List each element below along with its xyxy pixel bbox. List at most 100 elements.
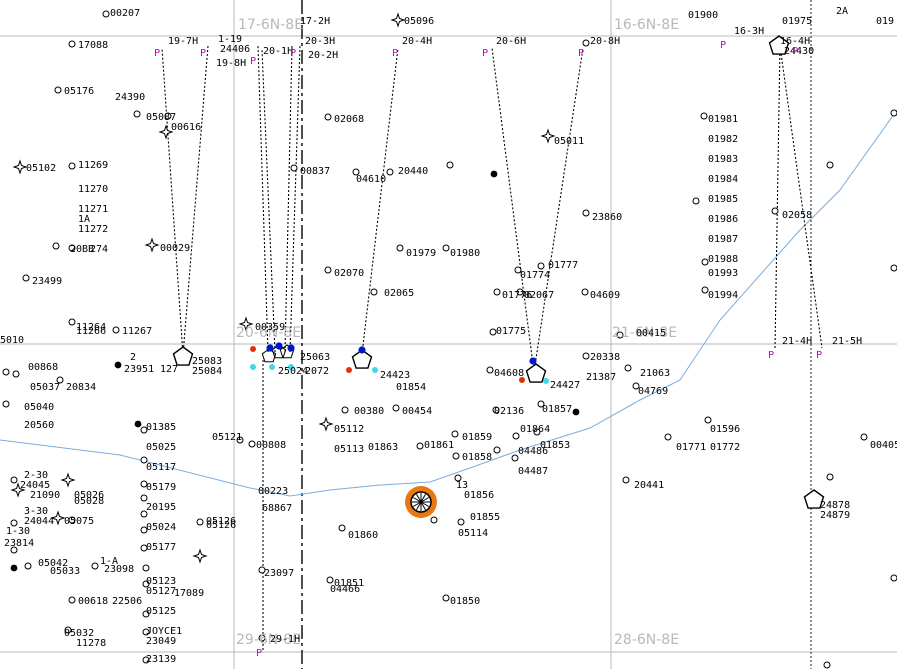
well-label: 2	[130, 352, 137, 363]
well-open-icon[interactable]	[248, 440, 256, 448]
well-open-icon[interactable]	[493, 288, 501, 296]
well-open-icon[interactable]	[324, 266, 332, 274]
well-label: 25024	[278, 366, 309, 377]
well-open-icon[interactable]	[370, 288, 378, 296]
well-label: 01859	[462, 432, 493, 443]
well-open-icon[interactable]	[704, 416, 712, 424]
well-open-icon[interactable]	[512, 432, 520, 440]
well-open-icon[interactable]	[386, 168, 394, 176]
well-label: 05024	[146, 522, 177, 533]
well-label: 05117	[146, 462, 177, 473]
well-open-icon[interactable]	[582, 39, 590, 47]
well-filled-icon[interactable]	[490, 170, 498, 178]
well-open-icon[interactable]	[68, 40, 76, 48]
well-open-icon[interactable]	[112, 326, 120, 334]
well-open-icon[interactable]	[826, 161, 834, 169]
dry-hole-icon[interactable]	[60, 472, 76, 488]
cyan-dot-icon	[372, 367, 378, 373]
well-open-icon[interactable]	[24, 562, 32, 570]
well-open-icon[interactable]	[196, 518, 204, 526]
well-open-icon[interactable]	[493, 446, 501, 454]
dry-hole-icon[interactable]	[318, 416, 334, 432]
well-open-icon[interactable]	[338, 524, 346, 532]
well-open-icon[interactable]	[2, 368, 10, 376]
well-open-icon[interactable]	[290, 164, 298, 172]
well-open-icon[interactable]	[396, 244, 404, 252]
well-open-icon[interactable]	[324, 113, 332, 121]
well-open-icon[interactable]	[890, 264, 897, 272]
dry-hole-icon[interactable]	[144, 237, 160, 253]
dry-hole-icon[interactable]	[390, 12, 406, 28]
well-open-icon[interactable]	[10, 476, 18, 484]
well-open-icon[interactable]	[12, 370, 20, 378]
well-open-icon[interactable]	[582, 352, 590, 360]
well-open-icon[interactable]	[2, 400, 10, 408]
dry-hole-icon[interactable]	[540, 128, 556, 144]
well-pad-icon[interactable]	[525, 363, 547, 383]
well-open-icon[interactable]	[771, 207, 779, 215]
well-open-icon[interactable]	[890, 574, 897, 582]
well-open-icon[interactable]	[451, 430, 459, 438]
well-label: 21063	[640, 368, 671, 379]
well-label: 23049	[146, 636, 177, 647]
well-open-icon[interactable]	[581, 288, 589, 296]
well-map[interactable]: 17-6N-8E 16-6N-8E 20-6N-8E 21-6N-8E 29-6…	[0, 0, 897, 669]
well-pad-icon[interactable]	[172, 346, 194, 366]
well-label: 01854	[396, 382, 427, 393]
well-open-icon[interactable]	[416, 442, 424, 450]
well-open-icon[interactable]	[692, 197, 700, 205]
well-open-icon[interactable]	[341, 406, 349, 414]
well-open-icon[interactable]	[826, 473, 834, 481]
section-label-28: 28-6N-8E	[614, 632, 680, 648]
well-label: 20-4H	[402, 36, 433, 47]
well-open-icon[interactable]	[442, 594, 450, 602]
dry-hole-icon[interactable]	[192, 548, 208, 564]
well-open-icon[interactable]	[68, 596, 76, 604]
well-open-icon[interactable]	[392, 404, 400, 412]
well-open-icon[interactable]	[890, 109, 897, 117]
well-label: 01900	[688, 10, 719, 21]
well-label: 01774	[520, 270, 551, 281]
well-open-icon[interactable]	[442, 244, 450, 252]
well-label: 01855	[470, 512, 501, 523]
well-filled-icon[interactable]	[114, 361, 122, 369]
well-label: 04487	[518, 466, 549, 477]
well-label: 127	[160, 364, 179, 375]
well-open-icon[interactable]	[622, 476, 630, 484]
well-open-icon[interactable]	[823, 661, 831, 669]
well-filled-icon[interactable]	[10, 564, 18, 572]
well-open-icon[interactable]	[664, 433, 672, 441]
well-label: 01772	[710, 442, 741, 453]
well-open-icon[interactable]	[22, 274, 30, 282]
well-open-icon[interactable]	[142, 564, 150, 572]
red-dot-icon	[346, 367, 352, 373]
well-filled-icon[interactable]	[134, 420, 142, 428]
well-open-icon[interactable]	[54, 86, 62, 94]
well-open-icon[interactable]	[624, 364, 632, 372]
well-open-icon[interactable]	[91, 562, 99, 570]
well-open-icon[interactable]	[430, 516, 438, 524]
well-open-icon[interactable]	[326, 576, 334, 584]
well-open-icon[interactable]	[102, 10, 110, 18]
well-open-icon[interactable]	[486, 366, 494, 374]
well-label: 01860	[348, 530, 379, 541]
well-open-icon[interactable]	[140, 494, 148, 502]
well-open-icon[interactable]	[537, 262, 545, 270]
well-label: 04608	[494, 368, 525, 379]
well-open-icon[interactable]	[68, 162, 76, 170]
cyan-dot-icon	[250, 364, 256, 370]
well-open-icon[interactable]	[457, 518, 465, 526]
well-open-icon[interactable]	[700, 112, 708, 120]
well-label: 05096	[404, 16, 435, 27]
well-open-icon[interactable]	[582, 209, 590, 217]
well-open-icon[interactable]	[133, 110, 141, 118]
well-open-icon[interactable]	[452, 452, 460, 460]
magnetic-marker: P	[290, 48, 297, 59]
well-open-icon[interactable]	[52, 242, 60, 250]
well-open-icon[interactable]	[860, 433, 868, 441]
well-open-icon[interactable]	[68, 318, 76, 326]
well-filled-icon[interactable]	[572, 408, 580, 416]
dry-hole-icon[interactable]	[12, 159, 28, 175]
well-open-icon[interactable]	[446, 161, 454, 169]
well-label: 01857	[542, 404, 573, 415]
